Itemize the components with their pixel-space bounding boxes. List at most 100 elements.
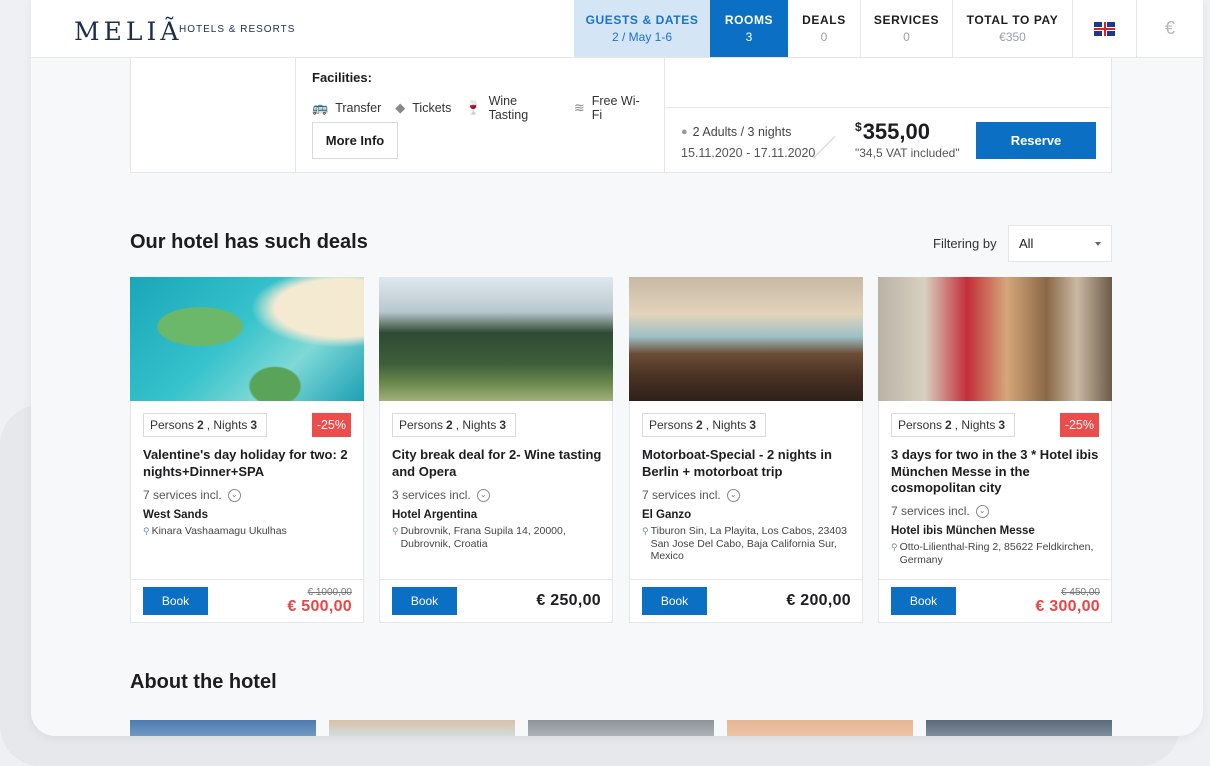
book-button[interactable]: Book	[392, 587, 457, 615]
deal-title[interactable]: City break deal for 2- Wine tasting and …	[392, 447, 602, 480]
hotel-name: Hotel ibis München Messe	[891, 525, 1035, 537]
uk-flag-icon	[1094, 21, 1115, 36]
deal-title[interactable]: 3 days for two in the 3 * Hotel ibis Mün…	[891, 447, 1101, 497]
services-text: 7 services incl.	[143, 488, 222, 502]
nav-rooms[interactable]: ROOMS 3	[710, 0, 788, 57]
wifi-icon: ≋	[573, 100, 585, 115]
old-price: € 1000,00	[307, 587, 353, 598]
address-text: Dubrovnik, Frana Supila 14, 20000, Dubro…	[400, 525, 566, 550]
persons-count: 2	[197, 418, 204, 432]
book-button[interactable]: Book	[642, 587, 707, 615]
hotel-photo[interactable]	[329, 720, 515, 736]
facility-label: Wine Tasting	[488, 94, 529, 122]
more-info-button[interactable]: More Info	[312, 122, 398, 159]
nights-count: 3	[250, 418, 258, 432]
address-text: Tiburon Sin, La Playita, Los Cabos, 2340…	[650, 525, 847, 562]
deal-title[interactable]: Valentine's day holiday for two: 2 night…	[143, 447, 353, 480]
room-card: Facilities: 🚌 Transfer ◆ Tickets 🍷 Wine …	[130, 58, 1112, 173]
divider	[131, 579, 363, 580]
persons-label: Persons	[150, 418, 195, 432]
facility-wine-tasting: 🍷 Wine Tasting	[465, 94, 559, 122]
deal-image[interactable]	[878, 277, 1112, 401]
persons-label: Persons	[898, 418, 943, 432]
services-included[interactable]: 7 services incl. ⌄	[891, 504, 989, 518]
deal-image[interactable]	[130, 277, 364, 401]
nights-count: 3	[499, 418, 507, 432]
deal-card[interactable]: Persons 2, Nights 3 City break deal for …	[379, 277, 613, 623]
persons-nights-badge: Persons 2, Nights 3	[143, 413, 268, 437]
facility-tickets: ◆ Tickets	[395, 100, 451, 116]
hotel-photo[interactable]	[528, 720, 714, 736]
deal-card[interactable]: Persons 2, Nights 3 -25% Valentine's day…	[130, 277, 364, 623]
location-pin-icon: ⚲	[891, 542, 898, 552]
facility-wifi: ≋ Free Wi-Fi	[574, 94, 650, 122]
hotel-photo[interactable]	[926, 720, 1112, 736]
nights-label: Nights	[462, 418, 497, 432]
room-facilities-column: Facilities: 🚌 Transfer ◆ Tickets 🍷 Wine …	[296, 58, 665, 172]
deal-image[interactable]	[379, 277, 613, 401]
divider	[630, 579, 862, 580]
facility-transfer: 🚌 Transfer	[312, 100, 381, 116]
deal-price: € 500,00	[287, 598, 352, 615]
nights-count: 3	[749, 418, 757, 432]
nav-services[interactable]: SERVICES 0	[860, 0, 952, 57]
hotel-name: West Sands	[143, 509, 208, 521]
discount-badge: -25%	[1059, 413, 1099, 437]
room-guests: ● 2 Adults / 3 nights	[681, 125, 791, 139]
language-selector[interactable]	[1072, 0, 1136, 57]
currency-selector[interactable]: €	[1136, 0, 1203, 57]
nav-total-to-pay[interactable]: TOTAL TO PAY €350	[952, 0, 1072, 57]
persons-nights-badge: Persons 2, Nights 3	[642, 413, 767, 437]
persons-label: Persons	[399, 418, 444, 432]
about-section-title: About the hotel	[130, 671, 277, 693]
reserve-button[interactable]: Reserve	[976, 122, 1096, 159]
deal-title[interactable]: Motorboat-Special - 2 nights in Berlin +…	[642, 447, 852, 480]
nav-value: 0	[903, 30, 910, 44]
location-pin-icon: ⚲	[392, 526, 399, 536]
services-text: 3 services incl.	[392, 488, 471, 502]
nights-label: Nights	[213, 418, 248, 432]
nights-label: Nights	[712, 418, 747, 432]
old-price: € 450,00	[1061, 587, 1100, 598]
top-header: MELIÃ HOTELS & RESORTS GUESTS & DATES 2 …	[31, 0, 1203, 58]
deal-image[interactable]	[629, 277, 863, 401]
nights-label: Nights	[961, 418, 996, 432]
brand-logo[interactable]: MELIÃ	[74, 17, 182, 46]
hotel-address: ⚲ Kinara Vashaamagu Ukulhas	[143, 525, 353, 538]
nav-title: TOTAL TO PAY	[966, 13, 1059, 27]
room-image-column	[131, 58, 296, 172]
nav-value: 0	[820, 30, 828, 44]
book-button[interactable]: Book	[143, 587, 208, 615]
divider-slash	[813, 136, 836, 158]
deal-card[interactable]: Persons 2, Nights 3 -25% 3 days for two …	[878, 277, 1112, 623]
room-price: $355,00	[855, 119, 930, 145]
facilities-list: 🚌 Transfer ◆ Tickets 🍷 Wine Tasting ≋ Fr…	[312, 94, 664, 122]
services-included[interactable]: 7 services incl. ⌄	[143, 488, 241, 502]
app-frame: MELIÃ HOTELS & RESORTS GUESTS & DATES 2 …	[31, 0, 1203, 736]
nav-title: DEALS	[802, 13, 846, 27]
persons-count: 2	[945, 418, 952, 432]
filter-label: Filtering by	[933, 236, 997, 251]
persons-label: Persons	[649, 418, 694, 432]
nav-value: €350	[999, 30, 1026, 44]
nav-guests-dates[interactable]: GUESTS & DATES 2 / May 1-6	[574, 0, 710, 57]
book-button[interactable]: Book	[891, 587, 956, 615]
services-included[interactable]: 7 services incl. ⌄	[642, 488, 740, 502]
hotel-photo[interactable]	[727, 720, 913, 736]
services-included[interactable]: 3 services incl. ⌄	[392, 488, 490, 502]
nav-title: ROOMS	[724, 13, 774, 27]
hotel-address: ⚲ Dubrovnik, Frana Supila 14, 20000, Dub…	[392, 525, 602, 550]
hotel-photo[interactable]	[130, 720, 316, 736]
facilities-title: Facilities:	[312, 70, 372, 85]
deal-card[interactable]: Persons 2, Nights 3 Motorboat-Special - …	[629, 277, 863, 623]
deal-price: € 250,00	[536, 592, 601, 609]
services-text: 7 services incl.	[891, 504, 970, 518]
person-icon: ●	[681, 126, 688, 138]
chevron-down-icon: ⌄	[726, 488, 740, 502]
facility-label: Transfer	[335, 101, 382, 115]
nav-title: SERVICES	[873, 13, 940, 27]
filter-value: All	[1019, 236, 1034, 251]
nav-deals[interactable]: DEALS 0	[788, 0, 860, 57]
hotel-name: Hotel Argentina	[392, 509, 478, 521]
filter-select[interactable]: All	[1008, 225, 1112, 262]
